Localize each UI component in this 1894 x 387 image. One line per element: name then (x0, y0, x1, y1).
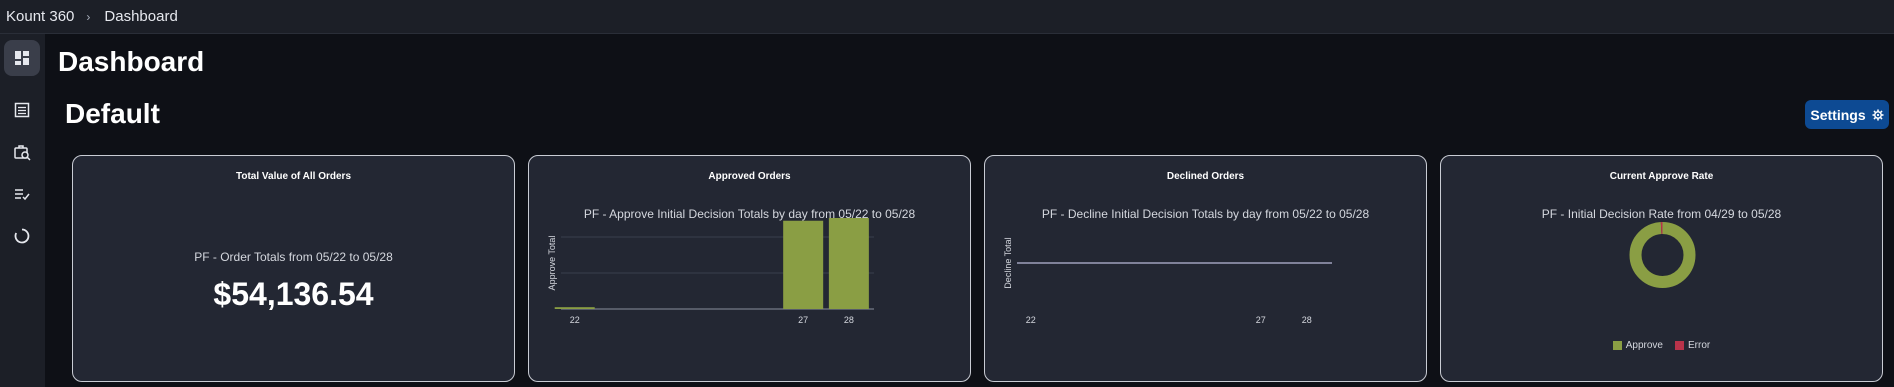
legend-item-error[interactable]: Error (1675, 340, 1710, 351)
total-value: $54,136.54 (213, 276, 374, 312)
legend-label: Error (1688, 340, 1711, 351)
page-title: Dashboard (58, 46, 205, 77)
card-approve-rate: Current Approve Rate PF - Initial Decisi… (1440, 155, 1883, 382)
bar-day-22 (554, 307, 595, 309)
card-subtitle: PF - Order Totals from 05/22 to 05/28 (194, 250, 393, 264)
breadcrumb-current: Dashboard (104, 8, 178, 25)
y-axis-label: Approve Total (547, 236, 557, 291)
list-icon (14, 102, 30, 118)
x-tick-label: 22 (570, 315, 580, 325)
legend-swatch (1675, 341, 1684, 350)
sidebar-item-checklist[interactable] (4, 176, 40, 212)
legend-item-approve[interactable]: Approve (1612, 340, 1663, 351)
y-axis-label: Decline Total (1003, 237, 1013, 288)
settings-label: Settings (1810, 106, 1866, 123)
approved-bar-chart: Approve Total 22 27 28 (547, 218, 874, 325)
sidebar (0, 34, 45, 387)
legend-label: Approve (1625, 340, 1663, 351)
main-content: Dashboard Default Settings Total Value o… (45, 34, 1894, 387)
sidebar-item-list[interactable] (4, 92, 40, 128)
x-tick-label: 27 (798, 315, 808, 325)
dashboard-name: Default (65, 98, 160, 129)
x-tick-label: 22 (1026, 315, 1036, 325)
declined-line-chart: Decline Total 22 27 28 (1003, 237, 1332, 325)
chart-legend: Approve Error (1441, 340, 1882, 351)
x-tick-label: 28 (1302, 315, 1312, 325)
dashboard-icon (15, 51, 29, 65)
settings-button[interactable]: Settings (1805, 100, 1889, 129)
bar-day-28 (828, 218, 869, 309)
bar-day-27 (783, 220, 824, 309)
legend-swatch (1612, 341, 1622, 350)
card-declined-orders: Declined Orders PF - Decline Initial Dec… (984, 155, 1427, 382)
card-approved-orders: Approved Orders PF - Approve Initial Dec… (528, 155, 971, 382)
sidebar-item-refresh[interactable] (4, 218, 40, 254)
breadcrumb-separator: › (86, 9, 91, 24)
circle-refresh-icon (14, 228, 30, 244)
gear-icon (1872, 109, 1884, 120)
slice-approve (1629, 222, 1696, 288)
case-search-icon (14, 145, 31, 161)
card-total-value: Total Value of All Orders PF - Order Tot… (72, 155, 515, 382)
sidebar-item-dashboard[interactable] (4, 40, 40, 76)
top-bar: Kount 360 › Dashboard (0, 0, 1894, 34)
card-title: Total Value of All Orders (235, 171, 352, 182)
sidebar-item-case-search[interactable] (4, 134, 40, 170)
checklist-icon (15, 189, 30, 201)
breadcrumb-app[interactable]: Kount 360 (6, 8, 74, 25)
x-tick-label: 27 (1256, 315, 1266, 325)
x-tick-label: 28 (844, 315, 854, 325)
